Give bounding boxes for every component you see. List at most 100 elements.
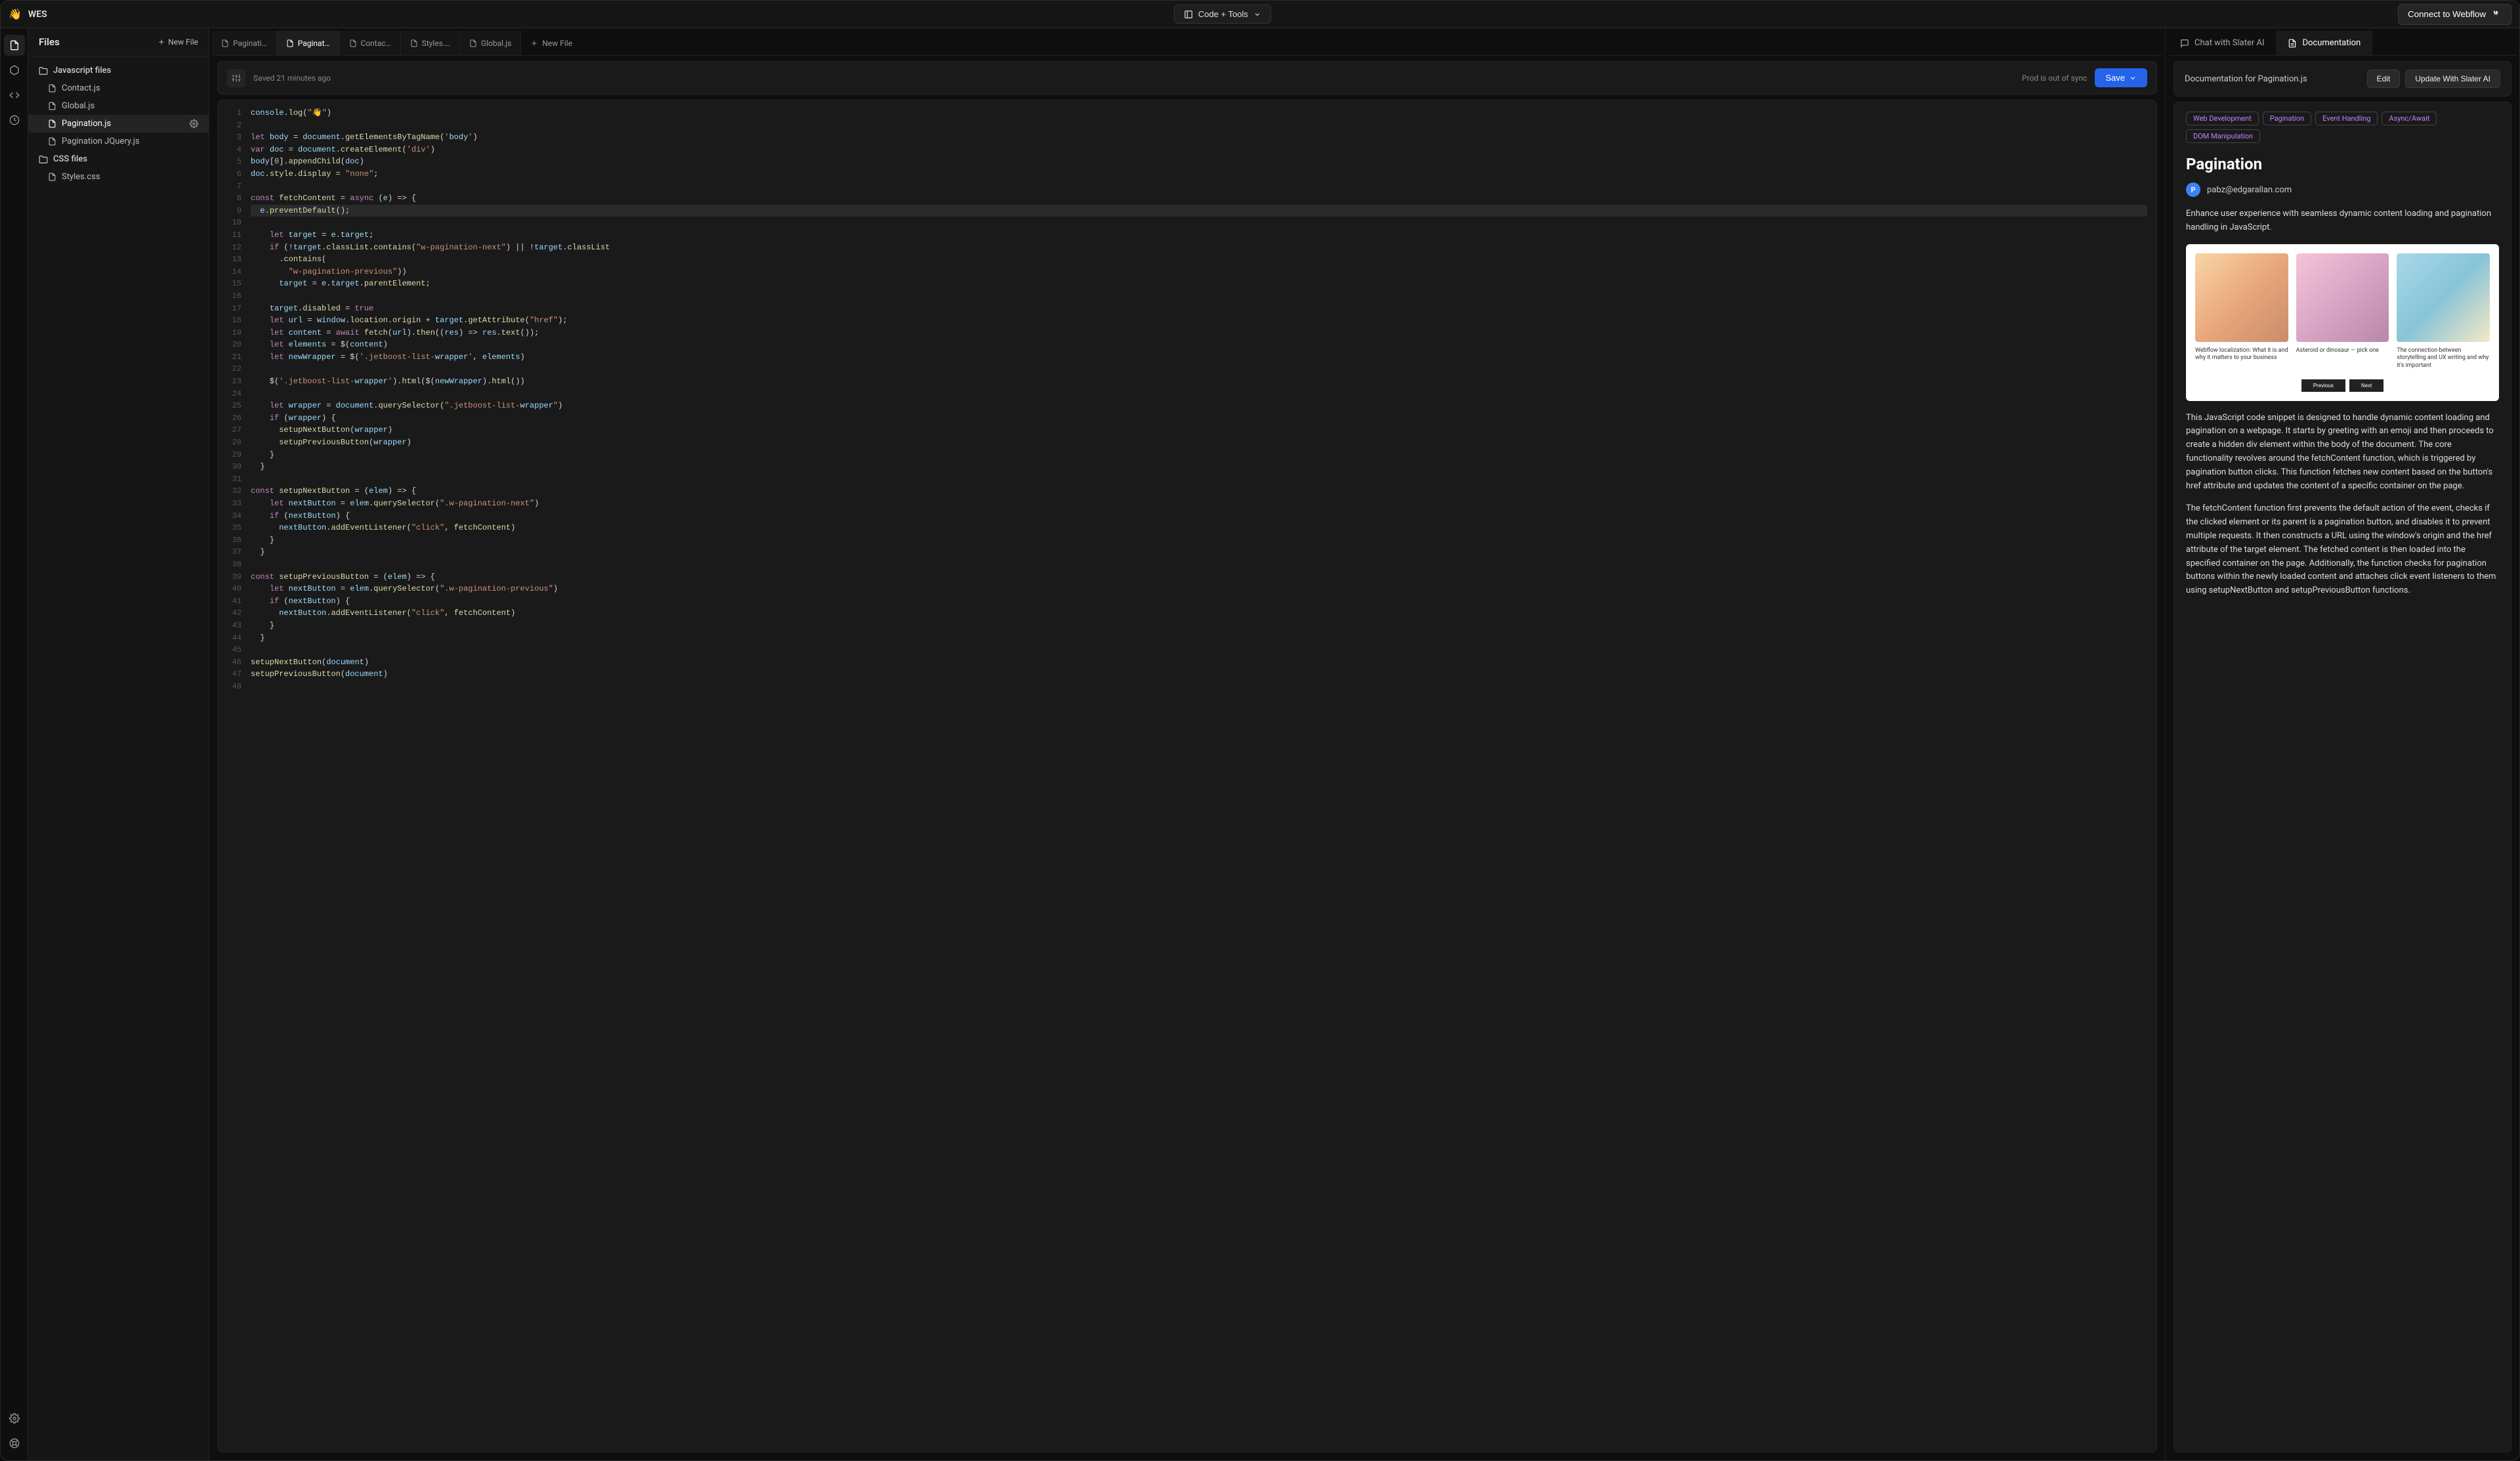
preview-card-title: The connection between storytelling and … xyxy=(2397,347,2490,370)
help-icon xyxy=(9,1438,20,1449)
tab-label: Contac… xyxy=(361,39,391,48)
file-icon xyxy=(48,173,56,181)
editor-toolbar: Saved 21 minutes ago Prod is out of sync… xyxy=(217,61,2157,95)
right-tab-label: Chat with Slater AI xyxy=(2194,38,2264,48)
save-label: Save xyxy=(2105,73,2125,83)
editor-tabs: Paginati… Paginat… Contac… Styles.… Global.j… xyxy=(212,31,2162,56)
doc-icon xyxy=(2288,39,2297,48)
mode-label: Code + Tools xyxy=(1198,9,1248,19)
chevron-down-icon xyxy=(2129,74,2137,82)
mode-dropdown[interactable]: Code + Tools xyxy=(1174,5,1271,24)
sidebar: Files New File Javascript filesContact.j… xyxy=(28,28,209,1460)
right-panel-tab[interactable]: Chat with Slater AI xyxy=(2168,31,2276,55)
preview-card-title: Asteroid or dinosaur — pick one xyxy=(2296,347,2389,355)
update-slater-button[interactable]: Update With Slater AI xyxy=(2405,70,2500,88)
editor-tab[interactable]: Paginat… xyxy=(277,31,340,55)
preview-thumb xyxy=(2296,253,2389,342)
preview-prev-button[interactable]: Previous xyxy=(2301,379,2345,392)
plus-icon xyxy=(158,38,165,46)
box-icon xyxy=(9,65,20,75)
rail-help[interactable] xyxy=(4,1433,25,1454)
file-label: Pagination JQuery.js xyxy=(62,137,140,146)
gear-icon[interactable] xyxy=(190,119,198,128)
folder-icon xyxy=(39,66,48,75)
brand: 👋 WES xyxy=(9,8,47,20)
doc-author: P pabz@edgarallan.com xyxy=(2186,182,2499,197)
file-icon xyxy=(48,119,56,128)
doc-body: Web Development Pagination Event Handling A… xyxy=(2174,102,2511,1452)
gear-icon xyxy=(9,1413,20,1424)
doc-para-2: The fetchContent function first prevents… xyxy=(2186,502,2499,598)
save-button[interactable]: Save xyxy=(2095,68,2147,87)
sliders-icon xyxy=(232,74,241,83)
editor-tab[interactable]: Paginati… xyxy=(212,31,277,55)
editor-tab[interactable]: Global.js xyxy=(460,31,521,55)
right-tab-label: Documentation xyxy=(2302,38,2361,48)
preview-thumb xyxy=(2397,253,2490,342)
doc-header-title: Documentation for Pagination.js xyxy=(2185,74,2307,84)
preview-card: Asteroid or dinosaur — pick one xyxy=(2296,253,2389,370)
folder-row[interactable]: CSS files xyxy=(28,150,209,168)
preview-thumb xyxy=(2195,253,2288,342)
code-icon xyxy=(9,90,20,100)
rail-settings[interactable] xyxy=(4,1408,25,1429)
preview-card-title: Webflow localization: What it is and why… xyxy=(2195,347,2288,362)
preview-card: Webflow localization: What it is and why… xyxy=(2195,253,2288,370)
nav-rail xyxy=(1,28,28,1460)
brand-name: WES xyxy=(28,9,47,20)
saved-status: Saved 21 minutes ago xyxy=(253,74,331,83)
file-icon xyxy=(410,39,418,47)
code-editor[interactable]: 1234567891011121314151617181920212223242… xyxy=(217,100,2157,1452)
doc-tag[interactable]: Web Development xyxy=(2186,112,2259,125)
tab-label: Styles.… xyxy=(422,39,450,48)
right-panel: Chat with Slater AI Documentation Documen… xyxy=(2165,28,2519,1460)
doc-intro: Enhance user experience with seamless dy… xyxy=(2186,207,2499,235)
doc-preview: Webflow localization: What it is and why… xyxy=(2186,244,2499,401)
author-email: pabz@edgarallan.com xyxy=(2207,185,2292,195)
connect-label: Connect to Webflow xyxy=(2408,9,2486,19)
new-tab-button[interactable]: New File xyxy=(521,39,581,48)
folder-label: Javascript files xyxy=(53,66,111,75)
file-row[interactable]: Pagination JQuery.js xyxy=(28,133,209,150)
editor-tab[interactable]: Contac… xyxy=(340,31,401,55)
rail-package[interactable] xyxy=(4,60,25,81)
tab-label: Paginat… xyxy=(298,39,330,48)
tab-label: Paginati… xyxy=(233,39,267,48)
new-file-button[interactable]: New File xyxy=(158,37,198,47)
file-label: Styles.css xyxy=(62,172,100,182)
new-file-label: New File xyxy=(168,37,198,47)
doc-tag[interactable]: Pagination xyxy=(2263,112,2311,125)
folder-row[interactable]: Javascript files xyxy=(28,62,209,79)
file-row[interactable]: Pagination.js xyxy=(28,115,209,133)
tab-label: Global.js xyxy=(481,39,511,48)
doc-tag[interactable]: DOM Manipulation xyxy=(2186,129,2260,143)
file-icon xyxy=(48,102,56,110)
clock-icon xyxy=(9,115,20,125)
edit-button[interactable]: Edit xyxy=(2367,70,2401,88)
chevron-down-icon xyxy=(1253,11,1261,18)
rail-history[interactable] xyxy=(4,110,25,131)
file-icon xyxy=(221,39,229,47)
settings-toggle[interactable] xyxy=(227,69,245,87)
preview-next-button[interactable]: Next xyxy=(2349,379,2384,392)
file-row[interactable]: Contact.js xyxy=(28,79,209,97)
plus-icon xyxy=(530,39,538,47)
file-row[interactable]: Global.js xyxy=(28,97,209,115)
right-panel-tabs: Chat with Slater AI Documentation xyxy=(2168,31,2517,56)
right-panel-tab[interactable]: Documentation xyxy=(2276,31,2372,55)
new-tab-label: New File xyxy=(542,39,572,48)
doc-tag[interactable]: Async/Await xyxy=(2382,112,2437,125)
doc-para-1: This JavaScript code snippet is designed… xyxy=(2186,412,2499,494)
file-label: Contact.js xyxy=(62,83,100,93)
folder-icon xyxy=(39,155,48,164)
doc-tag[interactable]: Event Handling xyxy=(2315,112,2378,125)
file-icon xyxy=(48,137,56,146)
layout-icon xyxy=(1184,10,1193,19)
wave-icon: 👋 xyxy=(9,8,22,20)
file-tree: Javascript filesContact.jsGlobal.jsPagin… xyxy=(28,56,209,191)
editor-tab[interactable]: Styles.… xyxy=(401,31,460,55)
file-row[interactable]: Styles.css xyxy=(28,168,209,186)
rail-files[interactable] xyxy=(4,35,25,56)
connect-webflow-button[interactable]: Connect to Webflow xyxy=(2398,4,2511,25)
rail-code[interactable] xyxy=(4,85,25,106)
